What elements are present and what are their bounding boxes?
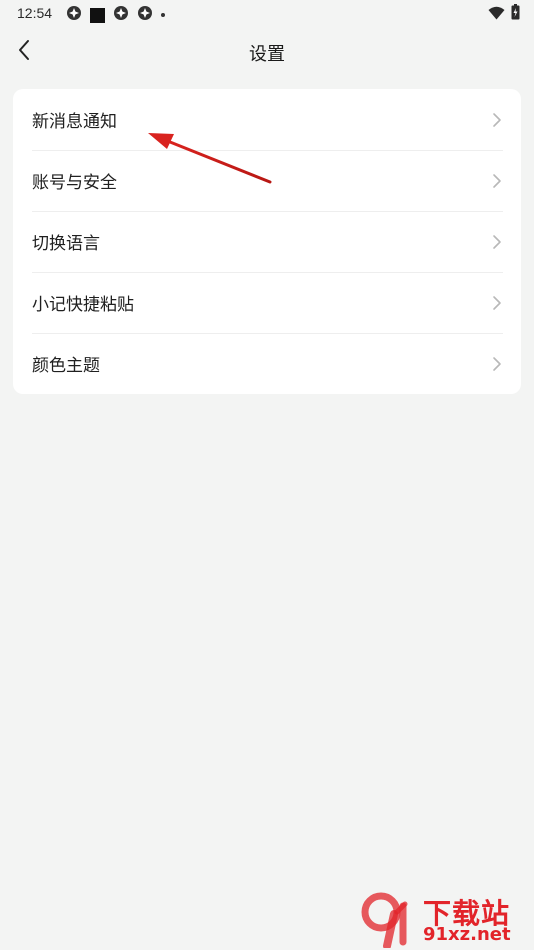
settings-item-switch-language[interactable]: 切换语言 xyxy=(13,211,521,272)
notification-icon xyxy=(113,5,129,25)
watermark-url: 91xz.net xyxy=(423,924,511,945)
settings-list: 新消息通知 账号与安全 切换语言 小记快捷粘贴 颜色主题 xyxy=(13,89,521,394)
settings-item-account-security[interactable]: 账号与安全 xyxy=(13,150,521,211)
watermark-logo: 下载站 91xz.net xyxy=(359,888,534,950)
chevron-right-icon xyxy=(491,356,503,372)
notification-icon xyxy=(66,5,82,25)
settings-item-quick-paste[interactable]: 小记快捷粘贴 xyxy=(13,272,521,333)
settings-item-color-theme[interactable]: 颜色主题 xyxy=(13,333,521,394)
wifi-icon xyxy=(488,5,505,24)
chevron-right-icon xyxy=(491,173,503,189)
chevron-right-icon xyxy=(491,295,503,311)
app-bar: 设置 xyxy=(0,28,534,76)
page-title: 设置 xyxy=(249,44,285,65)
stop-icon xyxy=(90,7,105,23)
settings-item-label: 账号与安全 xyxy=(32,173,117,193)
status-icons-right xyxy=(482,4,520,24)
status-time: 12:54 xyxy=(17,5,53,21)
dot-icon xyxy=(161,13,165,17)
logo-icon xyxy=(361,892,408,948)
status-icons-left xyxy=(66,5,173,25)
settings-item-label: 新消息通知 xyxy=(32,112,117,132)
settings-item-label: 切换语言 xyxy=(32,234,100,254)
status-bar: 12:54 xyxy=(0,0,534,28)
settings-item-new-message-notification[interactable]: 新消息通知 xyxy=(13,89,521,150)
battery-icon xyxy=(511,4,520,24)
notification-icon xyxy=(137,5,153,25)
settings-item-label: 小记快捷粘贴 xyxy=(32,295,134,315)
chevron-right-icon xyxy=(491,112,503,128)
chevron-right-icon xyxy=(491,234,503,250)
settings-item-label: 颜色主题 xyxy=(32,356,100,376)
